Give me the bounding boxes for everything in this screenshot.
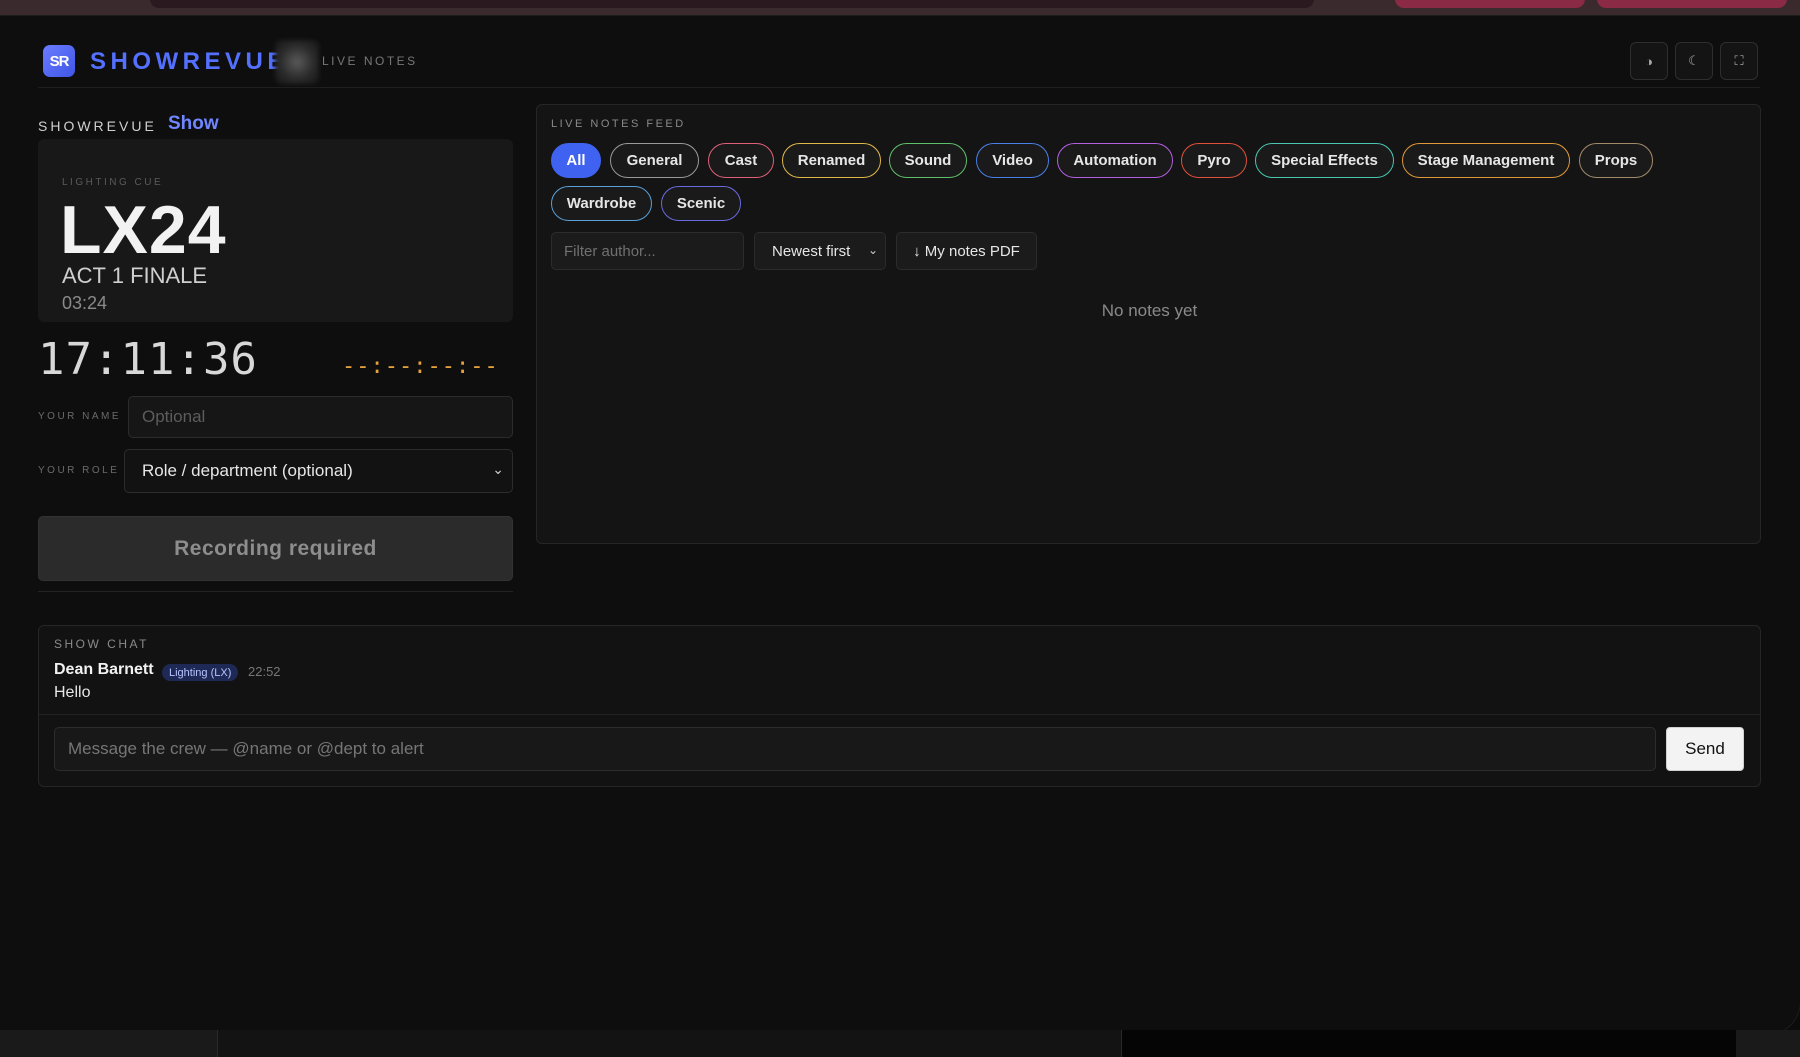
cue-time: 03:24 xyxy=(62,293,108,313)
chevron-down-icon: ⌄ xyxy=(492,461,504,477)
filter-chip-stage-management[interactable]: Stage Management xyxy=(1402,143,1570,178)
chevron-down-icon: ⌄ xyxy=(867,243,878,257)
name-input[interactable] xyxy=(128,396,513,438)
countdown-timer: --:--:--:-- xyxy=(342,354,499,379)
filter-chip-renamed[interactable]: Renamed xyxy=(782,143,881,178)
filter-chip-pyro[interactable]: Pyro xyxy=(1181,143,1247,178)
moon-icon: ☾ xyxy=(1688,53,1700,68)
browser-address-bar xyxy=(150,0,1314,8)
show-clock: 17:11:36 xyxy=(38,334,258,385)
sort-select[interactable]: Newest first ⌄ xyxy=(754,232,886,270)
name-label: YOUR NAME xyxy=(38,411,122,422)
live-notes-feed: LIVE NOTES FEED All General Cast Renamed Sou… xyxy=(536,104,1761,544)
theme-toggle-button[interactable]: ☾ xyxy=(1675,42,1713,80)
contrast-icon: ◑ xyxy=(1645,53,1653,69)
background-window xyxy=(1122,1030,1736,1057)
chat-message-input[interactable] xyxy=(54,727,1656,771)
feed-title: LIVE NOTES FEED xyxy=(551,118,686,130)
current-cue-card: LIGHTING CUE LX24 ACT 1 FINALE 03:24 xyxy=(38,139,513,322)
show-label: SHOWREVUE xyxy=(38,118,157,134)
cue-number: LX24 xyxy=(60,192,227,268)
browser-pill xyxy=(1597,0,1787,8)
filter-chip-general[interactable]: General xyxy=(610,143,699,178)
message-time: 22:52 xyxy=(248,664,281,679)
role-select-value: Role / department (optional) xyxy=(142,461,353,480)
divider xyxy=(38,591,513,592)
divider xyxy=(39,714,1760,715)
message-text: Hello xyxy=(54,684,91,701)
filter-chip-scenic[interactable]: Scenic xyxy=(661,186,741,221)
filter-chip-special-effects[interactable]: Special Effects xyxy=(1255,143,1394,178)
filter-chip-video[interactable]: Video xyxy=(976,143,1049,178)
filter-chip-cast[interactable]: Cast xyxy=(708,143,774,178)
author-filter-input[interactable] xyxy=(551,232,744,270)
message-author: Dean Barnett xyxy=(54,661,154,678)
record-button[interactable]: Recording required xyxy=(38,516,513,581)
filter-chip-sound[interactable]: Sound xyxy=(889,143,967,178)
app-window: SR SHOWREVUE LIVE NOTES ◑ ☾ ⛶ SHOWREVUE … xyxy=(0,16,1800,1035)
download-pdf-button[interactable]: ↓ My notes PDF xyxy=(896,232,1037,270)
show-chat: SHOW CHAT Dean Barnett Lighting (LX) 22:… xyxy=(38,625,1761,787)
show-link[interactable]: Show xyxy=(168,113,219,135)
fullscreen-icon: ⛶ xyxy=(1734,53,1744,68)
sort-select-value: Newest first xyxy=(772,242,851,260)
cue-name: ACT 1 FINALE xyxy=(62,263,208,288)
filter-chip-all[interactable]: All xyxy=(551,143,601,178)
send-button[interactable]: Send xyxy=(1666,727,1744,771)
filter-chip-wardrobe[interactable]: Wardrobe xyxy=(551,186,652,221)
browser-top-strip xyxy=(0,0,1800,16)
cue-kind: LIGHTING CUE xyxy=(62,177,164,188)
logo-icon: SR xyxy=(43,45,75,77)
blurred-show-logo xyxy=(275,40,319,84)
contrast-toggle-button[interactable]: ◑ xyxy=(1630,42,1668,80)
browser-pill xyxy=(1395,0,1585,8)
fullscreen-button[interactable]: ⛶ xyxy=(1720,42,1758,80)
background-window-strip xyxy=(0,1030,1800,1057)
message-role-badge: Lighting (LX) xyxy=(162,664,239,681)
empty-state: No notes yet xyxy=(1101,301,1198,320)
live-notes-tag: LIVE NOTES xyxy=(322,54,418,68)
background-window xyxy=(217,1030,1122,1057)
app-header: SR SHOWREVUE LIVE NOTES ◑ ☾ ⛶ xyxy=(38,16,1760,88)
chat-title: SHOW CHAT xyxy=(54,637,149,651)
brand-name: SHOWREVUE xyxy=(90,48,288,75)
role-label: YOUR ROLE xyxy=(38,465,120,476)
filter-chip-props[interactable]: Props xyxy=(1579,143,1653,178)
filter-chip-automation[interactable]: Automation xyxy=(1057,143,1173,178)
role-select[interactable]: Role / department (optional) ⌄ xyxy=(124,449,513,493)
